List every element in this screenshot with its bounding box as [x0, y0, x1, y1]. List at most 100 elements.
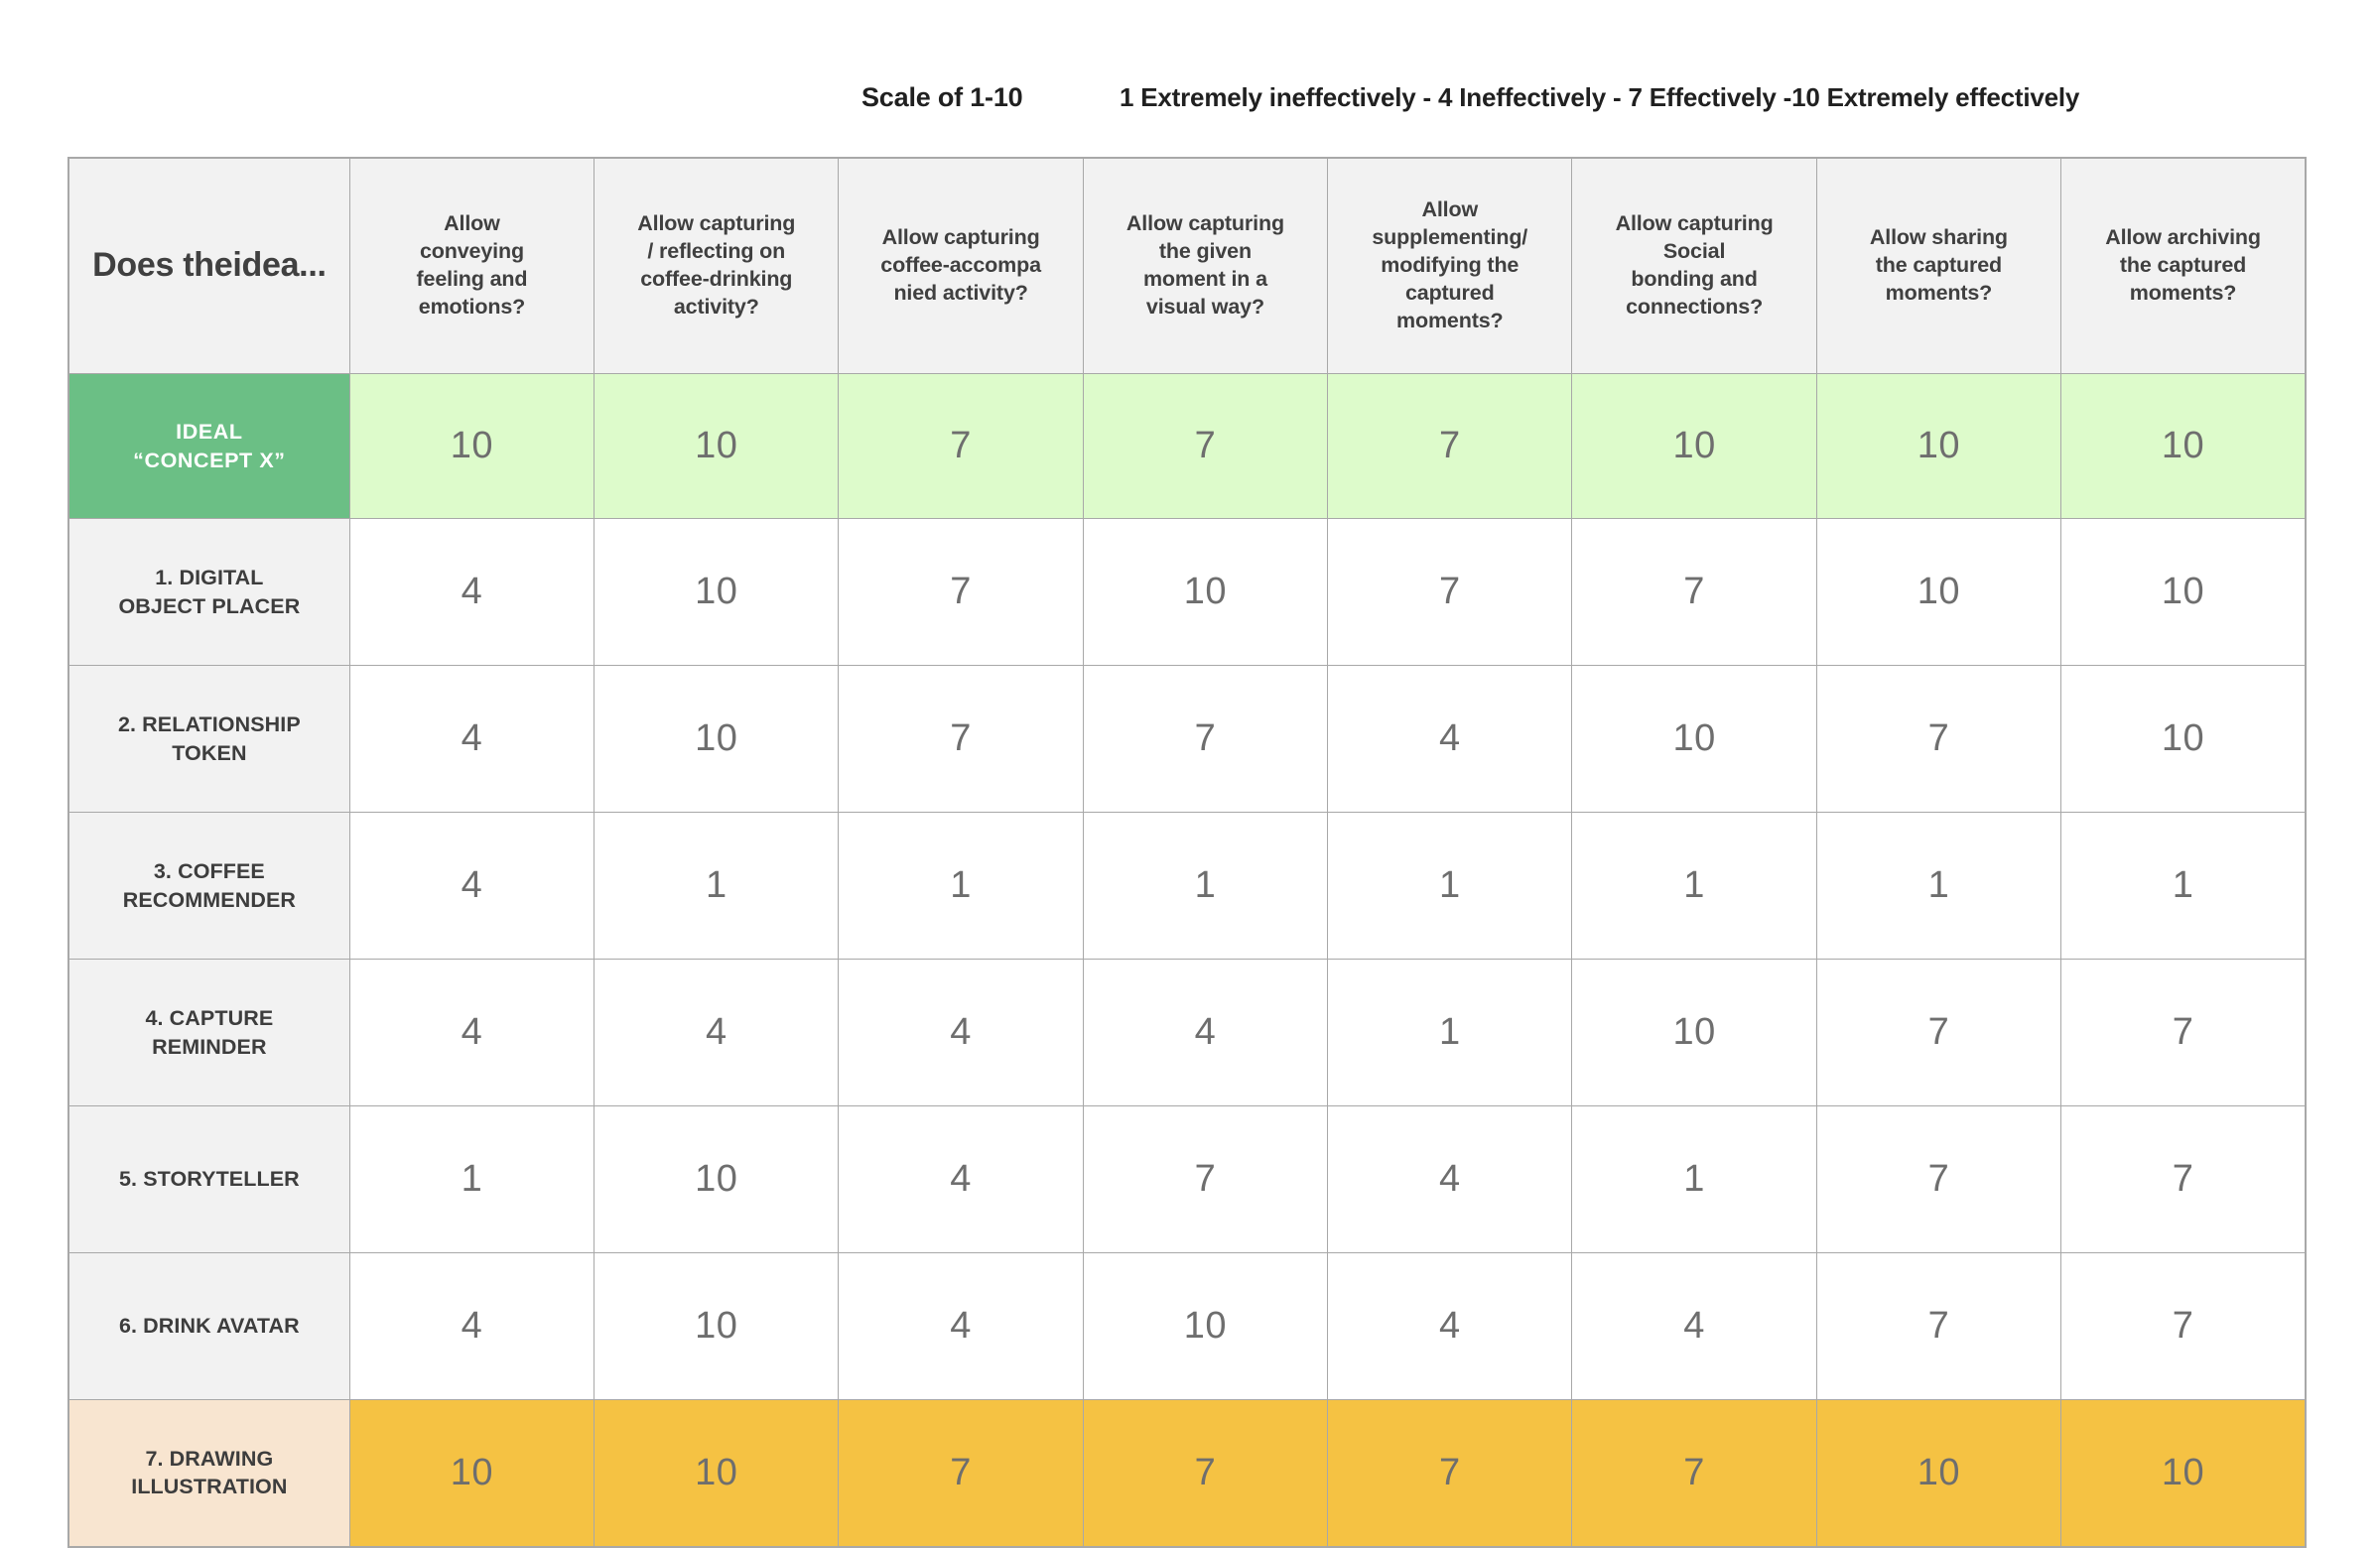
evaluation-matrix: Does theidea... Allow conveying feeling an… [67, 157, 2307, 1548]
row-label: 4. CAPTURE REMINDER [67, 959, 350, 1106]
column-header-line: Allow capturing [1125, 211, 1284, 236]
matrix-head: Does theidea... Allow conveying feeling an… [67, 157, 2307, 374]
column-header-line: coffee-accompa [880, 253, 1041, 278]
column-header-line: emotions? [418, 294, 526, 319]
header-row: Does theidea... Allow conveying feeling an… [67, 157, 2307, 374]
table-row: 4. CAPTURE REMINDER 4 4 4 4 1 10 7 7 [67, 959, 2307, 1106]
score-cell: 7 [1815, 959, 2062, 1106]
row-label: 7. DRAWING ILLUSTRATION [67, 1399, 350, 1547]
score-cell: 7 [2060, 1105, 2307, 1253]
row-label-line: RECOMMENDER [122, 887, 297, 912]
row-label-line: TOKEN [172, 740, 247, 765]
column-header-line: modifying the [1381, 253, 1520, 278]
score-cell: 4 [1082, 959, 1329, 1106]
column-header-line: activity? [673, 294, 759, 319]
row-label: 2. RELATIONSHIP TOKEN [67, 665, 350, 813]
score-cell: 4 [1327, 665, 1573, 813]
table-row: 2. RELATIONSHIP TOKEN 4 10 7 7 4 10 7 10 [67, 665, 2307, 813]
column-header-line: bonding and [1631, 267, 1758, 291]
score-cell: 4 [838, 1105, 1084, 1253]
row-label-line: 7. DRAWING [145, 1446, 274, 1471]
score-cell: 7 [838, 1399, 1084, 1547]
corner-header: Does theidea... [67, 157, 350, 374]
score-cell: 10 [1082, 518, 1329, 666]
score-cell: 1 [1327, 812, 1573, 960]
column-header-line: Social [1662, 239, 1726, 264]
row-label-line: OBJECT PLACER [118, 593, 301, 618]
column-header-line: the captured [2119, 253, 2247, 278]
score-cell: 4 [1571, 1252, 1817, 1400]
column-header-line: Allow capturing [881, 225, 1040, 250]
score-cell: 10 [2060, 373, 2307, 519]
score-cell: 1 [1327, 959, 1573, 1106]
column-header-line: Allow [1421, 197, 1479, 222]
row-label-line: REMINDER [152, 1034, 267, 1059]
corner-header-line: Does the [92, 246, 233, 285]
score-cell: 7 [838, 373, 1084, 519]
score-cell: 7 [2060, 1252, 2307, 1400]
row-label-line: 2. RELATIONSHIP [117, 712, 301, 737]
score-cell: 7 [1082, 665, 1329, 813]
score-cell: 1 [1571, 812, 1817, 960]
table-row: 6. DRINK AVATAR 4 10 4 10 4 4 7 7 [67, 1252, 2307, 1400]
column-header-line: supplementing/ [1372, 225, 1528, 250]
score-cell: 7 [1082, 1399, 1329, 1547]
column-header: Allow archiving the captured moments? [2060, 157, 2307, 374]
score-cell: 10 [348, 1399, 595, 1547]
score-cell: 1 [838, 812, 1084, 960]
column-header-line: visual way? [1145, 294, 1264, 319]
score-cell: 10 [2060, 665, 2307, 813]
column-header-line: moments? [2129, 280, 2237, 305]
table-row: IDEAL “CONCEPT X” 10 10 7 7 7 10 10 10 [67, 373, 2307, 519]
row-label: 1. DIGITAL OBJECT PLACER [67, 518, 350, 666]
score-cell: 4 [594, 959, 840, 1106]
score-cell: 10 [594, 1252, 840, 1400]
row-label: 3. COFFEE RECOMMENDER [67, 812, 350, 960]
column-header-line: moments? [1396, 308, 1504, 332]
score-cell: 10 [594, 373, 840, 519]
row-label: 5. STORYTELLER [67, 1105, 350, 1253]
score-cell: 1 [2060, 812, 2307, 960]
column-header: Allow capturing Social bonding and connecti… [1571, 157, 1817, 374]
score-cell: 4 [348, 665, 595, 813]
score-cell: 7 [2060, 959, 2307, 1106]
score-cell: 7 [838, 518, 1084, 666]
score-cell: 10 [594, 518, 840, 666]
score-cell: 7 [1571, 1399, 1817, 1547]
column-header-line: feeling and [416, 267, 528, 291]
column-header-line: the given [1158, 239, 1252, 264]
column-header-line: moment in a [1142, 267, 1267, 291]
column-header: Allow capturing the given moment in a visua… [1082, 157, 1329, 374]
row-label: IDEAL “CONCEPT X” [67, 373, 350, 519]
row-label-line: 6. DRINK AVATAR [118, 1314, 300, 1339]
column-header-line: Allow archiving [2105, 225, 2261, 250]
table-row: 7. DRAWING ILLUSTRATION 10 10 7 7 7 7 10 10 [67, 1399, 2307, 1547]
matrix-table: Does theidea... Allow conveying feeling an… [67, 157, 2307, 1548]
score-cell: 10 [1082, 1252, 1329, 1400]
score-cell: 4 [1327, 1252, 1573, 1400]
score-cell: 10 [1571, 959, 1817, 1106]
score-cell: 10 [1571, 373, 1817, 519]
column-header-line: Allow capturing [637, 211, 796, 236]
score-cell: 7 [1327, 1399, 1573, 1547]
score-cell: 7 [1082, 1105, 1329, 1253]
column-header-line: moments? [1885, 280, 1993, 305]
score-cell: 1 [1571, 1105, 1817, 1253]
table-row: 5. STORYTELLER 1 10 4 7 4 1 7 7 [67, 1105, 2307, 1253]
table-row: 1. DIGITAL OBJECT PLACER 4 10 7 10 7 7 10 10 [67, 518, 2307, 666]
score-cell: 4 [1327, 1105, 1573, 1253]
table-row: 3. COFFEE RECOMMENDER 4 1 1 1 1 1 1 1 [67, 812, 2307, 960]
score-cell: 7 [1327, 518, 1573, 666]
score-cell: 10 [594, 1105, 840, 1253]
column-header: Allow conveying feeling and emotions? [348, 157, 595, 374]
score-cell: 10 [1815, 518, 2062, 666]
score-cell: 4 [348, 959, 595, 1106]
score-cell: 7 [838, 665, 1084, 813]
score-cell: 1 [1815, 812, 2062, 960]
scale-label: Scale of 1-10 [861, 81, 1023, 112]
column-header-line: Allow capturing [1615, 211, 1774, 236]
column-header: Allow capturing / reflecting on coffee-dri… [594, 157, 840, 374]
column-header: Allow supplementing/modifying the captured… [1327, 157, 1573, 374]
score-cell: 7 [1082, 373, 1329, 519]
row-label-line: 4. CAPTURE [145, 1006, 274, 1031]
